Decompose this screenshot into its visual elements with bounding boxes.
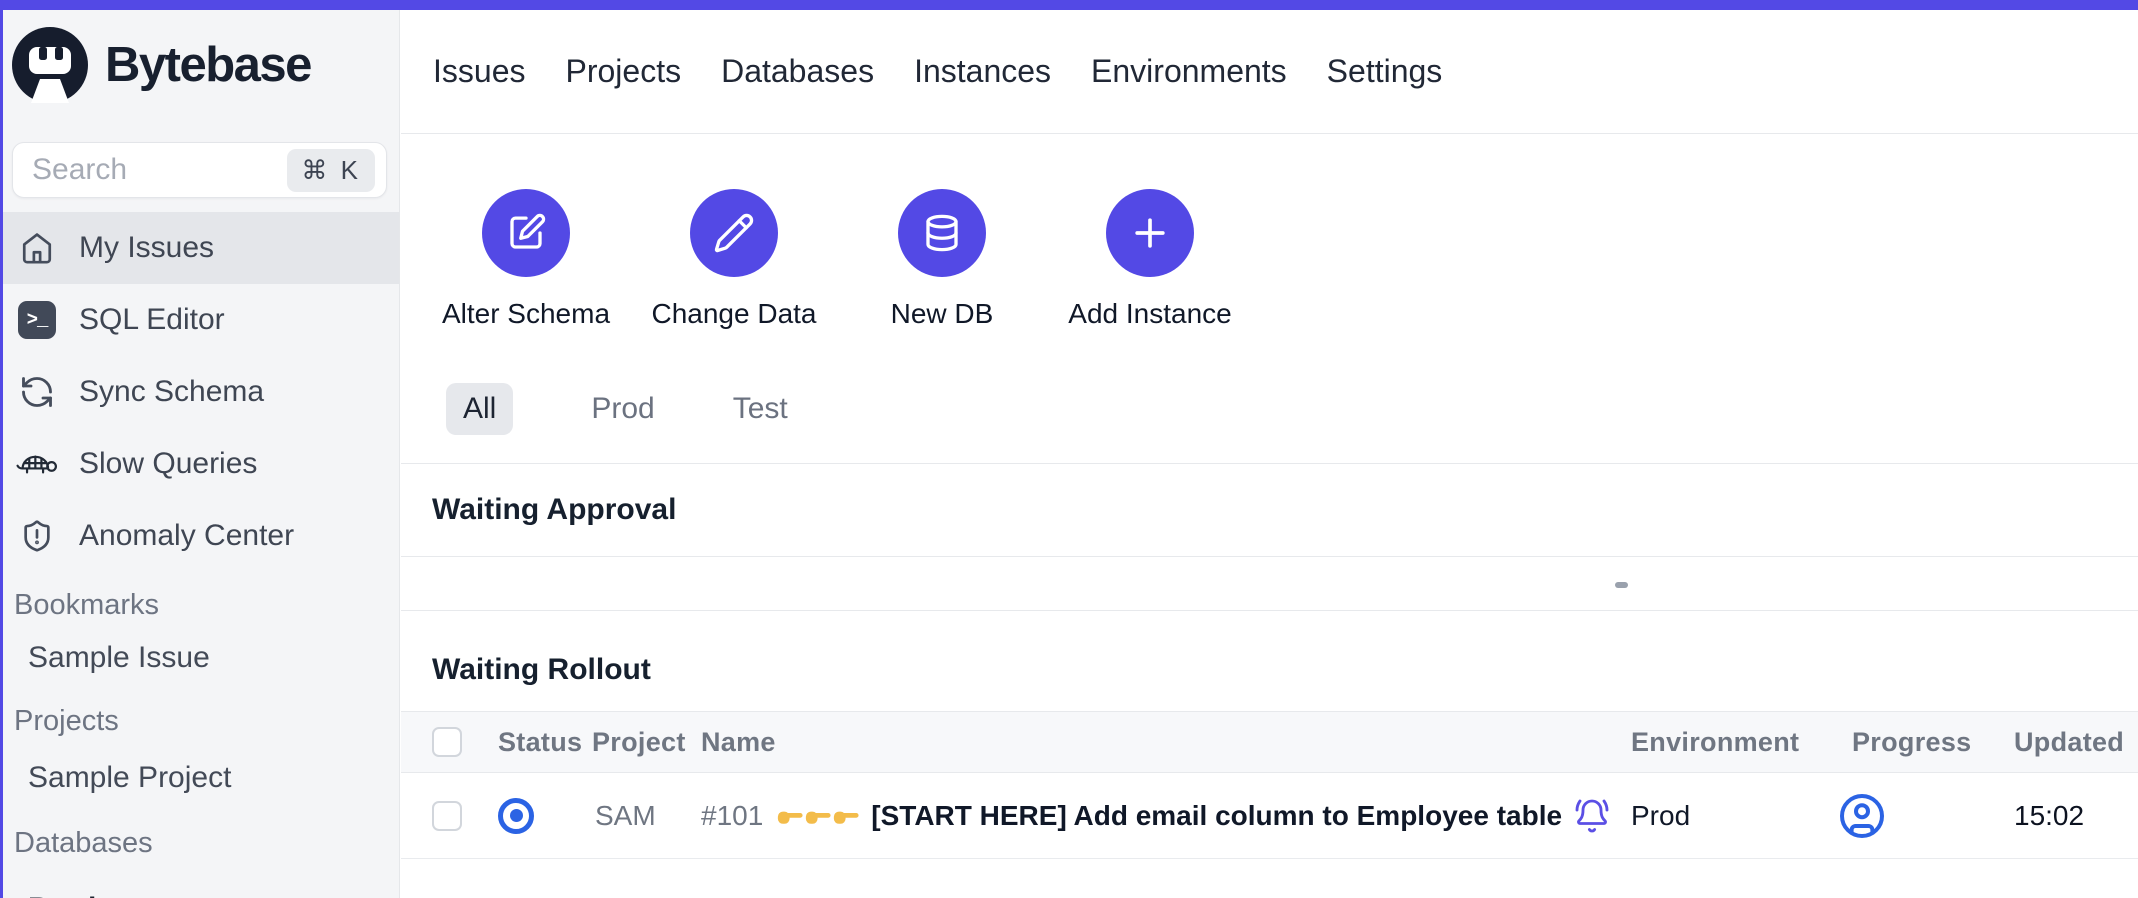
column-project: Project	[592, 727, 701, 758]
filter-tab-prod[interactable]: Prod	[591, 392, 654, 426]
column-environment: Environment	[1631, 727, 1852, 758]
issue-title: [START HERE] Add email column to Employe…	[871, 800, 1562, 832]
sidebar-item-slow-queries[interactable]: Slow Queries	[0, 428, 399, 500]
sidebar-item-label: My Issues	[79, 231, 214, 265]
quick-action-label: Add Instance	[1068, 298, 1231, 330]
sidebar-item-sync-schema[interactable]: Sync Schema	[0, 356, 399, 428]
search-input[interactable]: Search ⌘ K	[12, 142, 387, 198]
sidebar-item-label: Slow Queries	[79, 447, 257, 481]
quick-action-label: Change Data	[651, 298, 816, 330]
brand-logo[interactable]: Bytebase	[0, 10, 399, 103]
issue-name-cell: #101 👉👉👉 [START HERE] Add email column t…	[701, 798, 1631, 834]
sidebar-item-my-issues[interactable]: My Issues	[0, 212, 399, 284]
left-accent-line	[0, 0, 3, 898]
issue-row[interactable]: SAM #101 👉👉👉 [START HERE] Add email colu…	[401, 773, 2138, 859]
edit-square-icon	[482, 189, 570, 277]
tab-settings[interactable]: Settings	[1327, 53, 1443, 90]
empty-placeholder-dash	[1615, 582, 1628, 588]
quick-action-label: Alter Schema	[442, 298, 610, 330]
quick-action-label: New DB	[891, 298, 994, 330]
environment-filter-tabs: All Prod Test	[401, 330, 2138, 464]
status-open-icon	[498, 798, 592, 834]
quick-actions: Alter Schema Change Data New DB	[401, 189, 2138, 330]
tab-environments[interactable]: Environments	[1091, 53, 1287, 90]
row-checkbox[interactable]	[432, 801, 462, 831]
issue-table-header: Status Project Name Environment Progress…	[401, 711, 2138, 773]
project-key: SAM	[592, 800, 701, 832]
database-icon	[898, 189, 986, 277]
sidebar-item-sample-issue[interactable]: Sample Issue	[0, 636, 399, 680]
sidebar-item-sample-project[interactable]: Sample Project	[0, 756, 399, 800]
waiting-approval-empty-row: –	[401, 557, 2138, 611]
column-updated: Updated	[2014, 727, 2138, 758]
sidebar-nav: My Issues >_ SQL Editor Sync Schema	[0, 212, 399, 572]
sync-icon	[16, 374, 58, 410]
bytebase-logo-icon	[12, 27, 88, 103]
top-accent-bar	[0, 0, 2138, 10]
alter-schema-button[interactable]: Alter Schema	[422, 189, 630, 330]
filter-tab-test[interactable]: Test	[733, 392, 788, 426]
home-icon	[16, 231, 58, 265]
change-data-button[interactable]: Change Data	[630, 189, 838, 330]
tab-instances[interactable]: Instances	[914, 53, 1051, 90]
pointing-hand-icons	[777, 806, 859, 826]
add-instance-button[interactable]: Add Instance	[1046, 189, 1254, 330]
main-area: Issues Projects Databases Instances Envi…	[401, 10, 2138, 898]
issue-id: #101	[701, 800, 763, 832]
select-all-checkbox[interactable]	[432, 727, 462, 757]
new-db-button[interactable]: New DB	[838, 189, 1046, 330]
filter-tab-all[interactable]: All	[446, 383, 513, 435]
top-nav: Issues Projects Databases Instances Envi…	[401, 10, 2138, 134]
sidebar-section-databases: Databases	[0, 824, 399, 862]
progress-assignee-icon[interactable]	[1838, 792, 2014, 840]
search-shortcut-badge: ⌘ K	[287, 149, 375, 192]
column-progress: Progress	[1852, 727, 2014, 758]
search-placeholder: Search	[32, 153, 287, 187]
terminal-icon: >_	[16, 301, 58, 339]
environment-value: Prod	[1631, 800, 1852, 832]
tab-projects[interactable]: Projects	[565, 53, 681, 90]
sidebar-item-label: SQL Editor	[79, 303, 225, 337]
shield-alert-icon	[16, 519, 58, 553]
waiting-approval-heading: Waiting Approval	[401, 464, 2138, 557]
plus-icon	[1106, 189, 1194, 277]
updated-time: 15:02	[2014, 800, 2138, 832]
tab-databases[interactable]: Databases	[721, 53, 874, 90]
sidebar: Bytebase Search ⌘ K My Issues >_ SQL Edi…	[0, 10, 400, 898]
sidebar-item-anomaly-center[interactable]: Anomaly Center	[0, 500, 399, 572]
sidebar-item-label: Anomaly Center	[79, 519, 294, 553]
column-status: Status	[498, 727, 592, 758]
turtle-icon	[16, 448, 58, 480]
column-name: Name	[701, 727, 1631, 758]
bell-ring-icon	[1574, 798, 1610, 834]
sidebar-section-bookmarks: Bookmarks	[0, 586, 399, 624]
waiting-rollout-heading: Waiting Rollout	[401, 611, 2138, 711]
sidebar-item-prod-db[interactable]: Prod	[0, 887, 399, 898]
brand-name: Bytebase	[105, 37, 311, 93]
sidebar-item-sql-editor[interactable]: >_ SQL Editor	[0, 284, 399, 356]
sidebar-item-label: Sync Schema	[79, 375, 264, 409]
pencil-icon	[690, 189, 778, 277]
tab-issues[interactable]: Issues	[433, 53, 525, 90]
sidebar-section-projects: Projects	[0, 702, 399, 740]
